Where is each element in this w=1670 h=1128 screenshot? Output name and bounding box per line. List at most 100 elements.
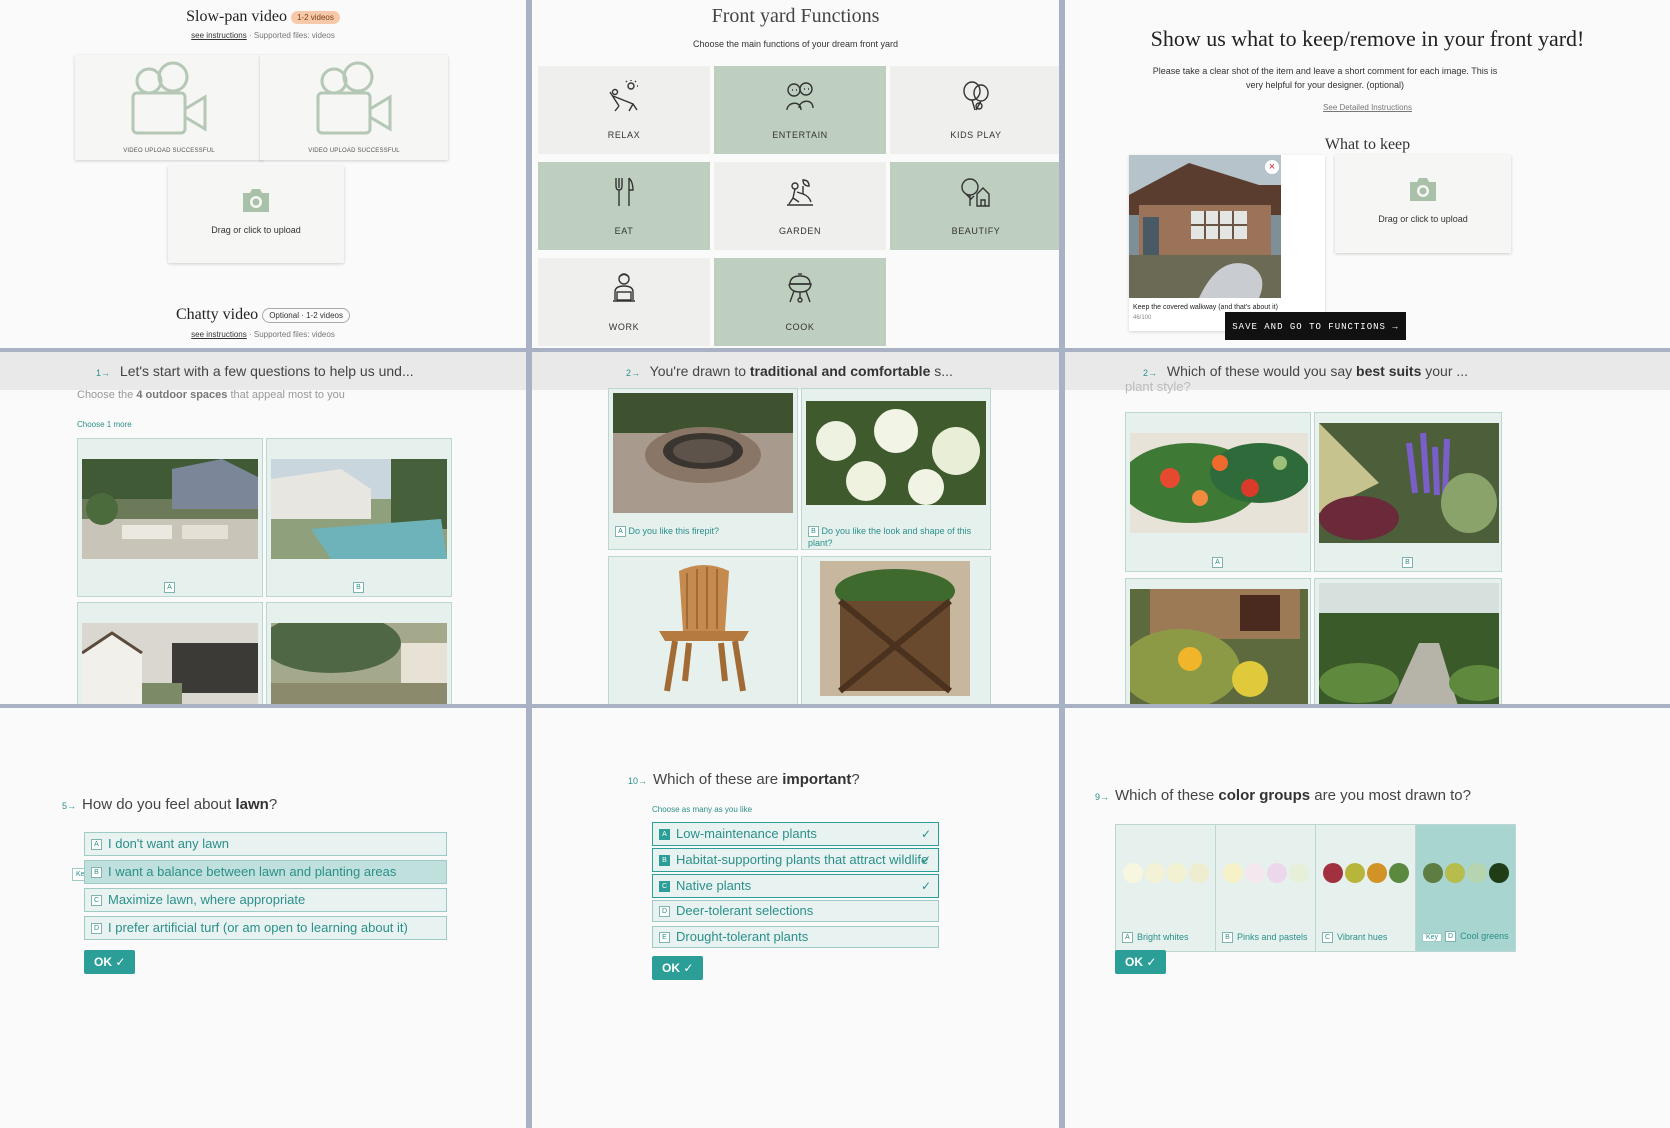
video-thumbnail[interactable]: VIDEO UPLOAD SUCCESSFUL (260, 55, 448, 160)
swatch (1388, 863, 1409, 883)
color-group-caption: Key D Cool greens (1422, 930, 1511, 943)
function-tile-beautify[interactable]: BEAUTIFY (890, 162, 1059, 250)
option-card-b[interactable]: B (1314, 412, 1502, 572)
see-instructions-link[interactable]: see instructions (191, 31, 247, 40)
function-label: GARDEN (778, 226, 822, 236)
house-photo (1129, 155, 1281, 298)
option-caption: A Do you like this firepit? (615, 525, 791, 538)
swatch (1222, 863, 1243, 883)
key-badge: A (164, 582, 175, 593)
see-instructions-link[interactable]: see instructions (191, 330, 247, 339)
functions-panel: Front yard Functions Choose the main fun… (532, 0, 1059, 348)
choice-option-d[interactable]: D I prefer artificial turf (or am open to… (84, 916, 447, 940)
choice-option-c[interactable]: C Native plants ✓ (652, 874, 939, 898)
key-badge: A (91, 839, 102, 851)
lounge-chair-icon (609, 80, 638, 112)
question-text: How do you feel about (82, 796, 232, 813)
function-tile-relax[interactable]: RELAX (538, 66, 710, 154)
key-badge: B (1402, 557, 1413, 568)
checkmark-icon: ✓ (920, 853, 931, 867)
save-and-go-button[interactable]: SAVE AND GO TO FUNCTIONS → (1225, 312, 1406, 340)
key-badge: B (808, 526, 819, 538)
function-tile-eat[interactable]: EAT (538, 162, 710, 250)
question-bar: 1→ Let's start with a few questions to h… (0, 352, 526, 390)
drag-upload-label: Drag or click to upload (1378, 214, 1468, 224)
grill-icon (788, 273, 812, 303)
choice-option-c[interactable]: C Maximize lawn, where appropriate (84, 888, 447, 912)
color-group-d[interactable]: Key D Cool greens (1415, 824, 1516, 952)
color-group-label: Cool greens (1460, 931, 1509, 941)
swatch (1322, 863, 1343, 883)
caption-text: Do you like this firepit? (628, 526, 720, 536)
choice-option-a[interactable]: A I don't want any lawn (84, 832, 447, 856)
supported-files: Supported files: videos (253, 31, 335, 40)
upload-dropzone[interactable]: Drag or click to upload (1335, 155, 1511, 253)
function-tile-garden[interactable]: GARDEN (714, 162, 886, 250)
swatch (1288, 863, 1309, 883)
choice-option-e[interactable]: E Drought-tolerant plants (652, 926, 939, 948)
key-badge: A (1122, 932, 1133, 943)
choice-option-b[interactable]: B Habitat-supporting plants that attract … (652, 848, 939, 872)
choice-option-a[interactable]: A Low-maintenance plants ✓ (652, 822, 939, 846)
swatch (1444, 863, 1465, 883)
adirondack-chair-photo (639, 561, 769, 696)
function-tile-entertain[interactable]: ENTERTAIN (714, 66, 886, 154)
outdoor-spaces-panel: style 1→ Let's start with a few question… (0, 352, 526, 704)
laptop-person-icon (613, 273, 635, 302)
detailed-instructions-link[interactable]: See Detailed Instructions (1065, 103, 1670, 112)
function-label: WORK (608, 322, 640, 332)
option-card-d[interactable] (801, 556, 991, 704)
option-card-b[interactable]: B Do you like the look and shape of this… (801, 388, 991, 550)
option-card-c[interactable] (77, 602, 263, 704)
function-label: RELAX (607, 130, 641, 140)
question-suffix: your ... (1425, 363, 1469, 379)
ok-button[interactable]: OK ✓ (84, 950, 136, 974)
key-badge: C (659, 881, 670, 893)
remove-photo-icon[interactable]: × (1265, 160, 1279, 174)
video-thumbnail[interactable]: VIDEO UPLOAD SUCCESSFUL (75, 55, 263, 160)
caption-text: Do you like the look and shape of this p… (808, 526, 972, 549)
function-tile-cook[interactable]: COOK (714, 258, 886, 346)
key-badge: C (91, 895, 102, 907)
functions-title: Front yard Functions (711, 5, 880, 27)
choose-more-hint: Choose 1 more (77, 420, 132, 429)
color-group-label: Bright whites (1137, 931, 1189, 942)
option-card-a[interactable]: A (1125, 412, 1311, 572)
option-card-a[interactable]: A Do you like this firepit? (608, 388, 798, 550)
chatty-title: Chatty video (175, 306, 259, 323)
option-card-b[interactable]: B (266, 438, 452, 597)
hydrangea-photo (806, 401, 986, 505)
ok-button[interactable]: OK ✓ (652, 956, 704, 980)
question-text: Which of these would you say (1166, 363, 1353, 379)
question-bold: important (782, 771, 852, 788)
checkmark-icon: ✓ (920, 827, 931, 841)
video-camera-icon (131, 61, 207, 135)
choice-option-b[interactable]: B I want a balance between lawn and plant… (84, 860, 447, 884)
option-card-d[interactable] (1314, 578, 1502, 704)
traditional-panel: 2→ You're drawn to traditional and comfo… (532, 352, 1059, 704)
option-caption: B Do you like the look and shape of this… (808, 525, 984, 549)
keep-photo-card[interactable]: × Keep the covered walkway (and that's a… (1129, 155, 1325, 331)
keep-remove-panel: Show us what to keep/remove in your fron… (1065, 0, 1670, 348)
question-suffix: ? (851, 771, 860, 788)
key-hint: Key (1422, 933, 1443, 942)
color-group-c[interactable]: C Vibrant hues (1315, 824, 1416, 952)
question-number: 5→ (62, 801, 77, 811)
option-card-d[interactable] (266, 602, 452, 704)
question-number: 1→ (96, 368, 111, 378)
option-card-c[interactable] (1125, 578, 1311, 704)
color-group-b[interactable]: B Pinks and pastels (1215, 824, 1316, 952)
key-badge: D (659, 906, 670, 918)
color-swatches (1116, 863, 1215, 888)
function-tile-work[interactable]: WORK (538, 258, 710, 346)
upload-dropzone[interactable]: Drag or click to upload (168, 166, 344, 263)
option-card-a[interactable]: A (77, 438, 263, 597)
color-swatches (1416, 863, 1515, 888)
choice-option-d[interactable]: D Deer-tolerant selections (652, 900, 939, 922)
photo-comment[interactable]: Keep the covered walkway (and that's abo… (1133, 304, 1278, 311)
color-group-a[interactable]: A Bright whites (1115, 824, 1216, 952)
function-tile-kids-play[interactable]: KIDS PLAY (890, 66, 1059, 154)
option-card-c[interactable] (608, 556, 798, 704)
function-label: EAT (614, 226, 634, 236)
ok-button[interactable]: OK ✓ (1115, 950, 1167, 974)
